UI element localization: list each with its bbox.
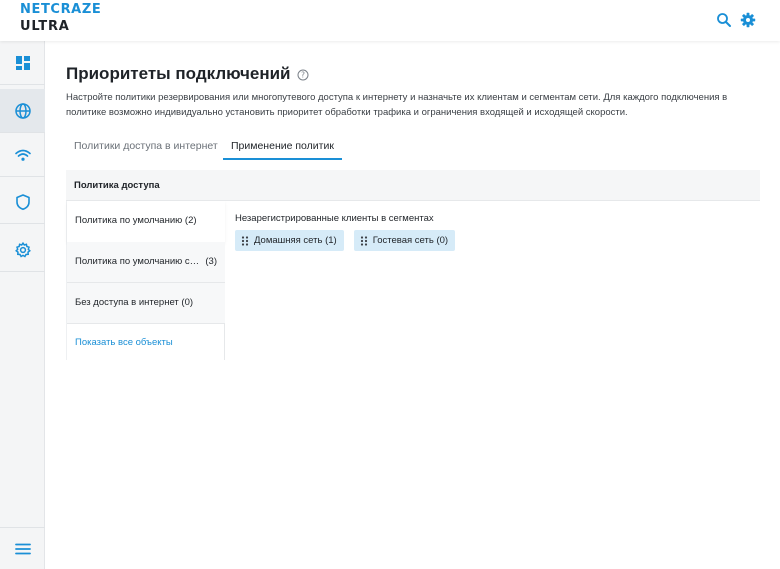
policy-label: Политика по умолчанию (2)	[75, 215, 197, 226]
page-description: Настройте политики резервирования или мн…	[66, 92, 728, 118]
header-actions	[716, 12, 756, 28]
sidebar-item-settings[interactable]	[0, 228, 45, 272]
group-label: Незарегистрированные клиенты в сегментах	[235, 213, 434, 224]
policy-count: (3)	[205, 256, 217, 267]
tab-internet-policies[interactable]: Политики доступа в интернет	[66, 136, 226, 160]
policy-item-default[interactable]: Политика по умолчанию (2)	[67, 201, 225, 242]
tabs: Политики доступа в интернет Применение п…	[66, 136, 760, 160]
page-title: Приоритеты подключений	[66, 64, 291, 83]
policy-list: Политика по умолчанию (2) Политика по ум…	[66, 201, 225, 360]
logo-model: ULTRA	[20, 19, 70, 34]
sidebar-item-internet[interactable]	[0, 89, 45, 133]
dashboard-icon	[15, 55, 30, 70]
search-icon[interactable]	[716, 12, 732, 28]
help-icon[interactable]: ?	[297, 69, 309, 81]
top-bar: NETCRAZE ULTRA	[0, 0, 780, 41]
menu-button[interactable]	[0, 527, 45, 569]
show-all-link[interactable]: Показать все объекты	[75, 337, 173, 348]
sidebar	[0, 41, 45, 569]
chip-label: Домашняя сеть (1)	[254, 235, 337, 246]
title-row: Приоритеты подключений ?	[66, 64, 309, 84]
segment-chip-guest[interactable]: Гостевая сеть (0)	[353, 230, 456, 251]
policy-label: Политика по умолчанию сег...	[75, 256, 203, 267]
gear-icon[interactable]	[740, 12, 756, 28]
policy-assignments: Незарегистрированные клиенты в сегментах…	[235, 213, 755, 251]
drag-handle-icon[interactable]	[241, 235, 249, 246]
panel-header: Политика доступа	[66, 170, 760, 201]
policy-item-no-internet[interactable]: Без доступа в интернет (0)	[67, 283, 225, 324]
wifi-icon	[14, 149, 31, 161]
logo[interactable]: NETCRAZE ULTRA	[20, 3, 101, 33]
policies-panel: Политика доступа Политика по умолчанию (…	[66, 170, 760, 360]
menu-icon	[14, 543, 31, 554]
policy-item-default-segment[interactable]: Политика по умолчанию сег... (3)	[67, 242, 225, 283]
gear-icon	[14, 241, 31, 258]
drag-handle-icon[interactable]	[360, 235, 368, 246]
chip-label: Гостевая сеть (0)	[372, 235, 449, 246]
logo-brand: NETCRAZE	[20, 2, 102, 17]
svg-text:?: ?	[301, 71, 305, 80]
sidebar-item-dashboard[interactable]	[0, 41, 45, 85]
globe-icon	[14, 102, 31, 119]
tab-apply-policies[interactable]: Применение политик	[223, 136, 342, 160]
sidebar-item-security[interactable]	[0, 180, 45, 224]
segment-chips: Домашняя сеть (1) Гостевая сеть (0)	[235, 230, 755, 251]
policy-label: Без доступа в интернет (0)	[75, 297, 194, 308]
sidebar-item-wifi[interactable]	[0, 133, 45, 177]
shield-icon	[15, 193, 30, 210]
segment-chip-home[interactable]: Домашняя сеть (1)	[235, 230, 344, 251]
panel-header-label: Политика доступа	[74, 180, 160, 191]
